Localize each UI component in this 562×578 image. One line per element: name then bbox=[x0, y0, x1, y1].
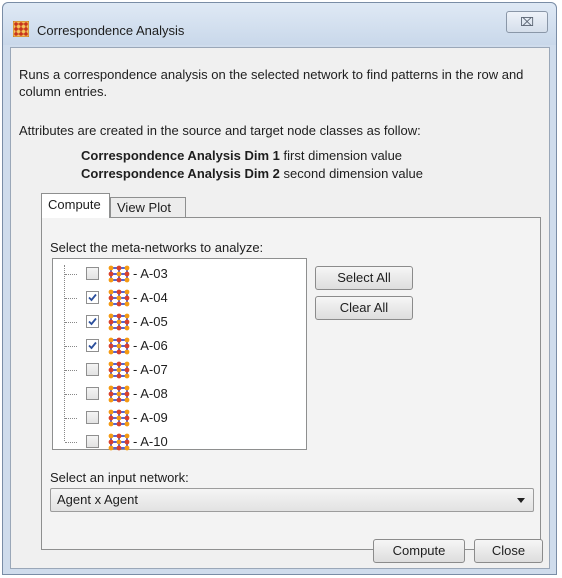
meta-network-icon bbox=[108, 337, 130, 355]
window-title: Correspondence Analysis bbox=[37, 23, 185, 38]
select-all-button[interactable]: Select All bbox=[315, 266, 413, 290]
network-checkbox[interactable] bbox=[86, 363, 99, 376]
attribute-line-dim1: Correspondence Analysis Dim 1 first dime… bbox=[81, 148, 402, 163]
tree-connector bbox=[65, 346, 77, 347]
tree-connector bbox=[65, 418, 77, 419]
clear-all-button[interactable]: Clear All bbox=[315, 296, 413, 320]
meta-network-icon bbox=[108, 409, 130, 427]
list-item[interactable]: - A-10 bbox=[53, 431, 303, 455]
list-item[interactable]: - A-03 bbox=[53, 263, 303, 287]
list-item[interactable]: - A-05 bbox=[53, 311, 303, 335]
checkmark-icon bbox=[88, 317, 97, 326]
network-checkbox[interactable] bbox=[86, 315, 99, 328]
network-checkbox[interactable] bbox=[86, 435, 99, 448]
input-network-value: Agent x Agent bbox=[57, 492, 138, 507]
tab-view-plot[interactable]: View Plot bbox=[110, 197, 186, 218]
compute-button[interactable]: Compute bbox=[373, 539, 465, 563]
meta-network-icon bbox=[108, 385, 130, 403]
title-bar[interactable]: Correspondence Analysis ⌧ bbox=[3, 3, 556, 45]
network-checkbox[interactable] bbox=[86, 411, 99, 424]
list-item[interactable]: - A-09 bbox=[53, 407, 303, 431]
network-label: - A-08 bbox=[133, 386, 168, 401]
meta-network-icon bbox=[108, 361, 130, 379]
tab-compute[interactable]: Compute bbox=[41, 193, 110, 218]
tree-connector bbox=[65, 442, 77, 443]
description-text: Runs a correspondence analysis on the se… bbox=[19, 67, 524, 99]
meta-networks-label: Select the meta-networks to analyze: bbox=[50, 240, 264, 255]
close-icon: ⌧ bbox=[520, 15, 534, 29]
network-label: - A-03 bbox=[133, 266, 168, 281]
input-network-select[interactable]: Agent x Agent bbox=[50, 488, 534, 512]
network-checkbox[interactable] bbox=[86, 387, 99, 400]
meta-network-icon bbox=[108, 289, 130, 307]
attribute-name: Correspondence Analysis Dim 2 bbox=[81, 166, 280, 181]
close-window-button[interactable]: ⌧ bbox=[506, 11, 548, 33]
dialog-body: Runs a correspondence analysis on the se… bbox=[10, 47, 550, 569]
list-item[interactable]: - A-07 bbox=[53, 359, 303, 383]
meta-network-icon bbox=[108, 313, 130, 331]
network-checkbox[interactable] bbox=[86, 267, 99, 280]
attributes-intro: Attributes are created in the source and… bbox=[19, 123, 421, 138]
network-label: - A-06 bbox=[133, 338, 168, 353]
meta-network-icon bbox=[108, 433, 130, 451]
list-item[interactable]: - A-04 bbox=[53, 287, 303, 311]
network-label: - A-07 bbox=[133, 362, 168, 377]
dialog-window: Correspondence Analysis ⌧ Runs a corresp… bbox=[2, 2, 557, 575]
network-label: - A-09 bbox=[133, 410, 168, 425]
list-item[interactable]: - A-06 bbox=[53, 335, 303, 359]
input-network-label: Select an input network: bbox=[50, 470, 189, 485]
network-label: - A-05 bbox=[133, 314, 168, 329]
attribute-desc: first dimension value bbox=[279, 148, 403, 163]
network-checkbox[interactable] bbox=[86, 339, 99, 352]
meta-network-icon bbox=[108, 265, 130, 283]
attribute-line-dim2: Correspondence Analysis Dim 2 second dim… bbox=[81, 166, 423, 181]
attribute-desc: second dimension value bbox=[279, 166, 424, 181]
checkmark-icon bbox=[88, 341, 97, 350]
tree-connector bbox=[65, 394, 77, 395]
tree-connector bbox=[65, 274, 77, 275]
tree-connector bbox=[65, 298, 77, 299]
tree-connector bbox=[65, 322, 77, 323]
tree-connector bbox=[65, 370, 77, 371]
network-checkbox[interactable] bbox=[86, 291, 99, 304]
network-label: - A-04 bbox=[133, 290, 168, 305]
close-button[interactable]: Close bbox=[474, 539, 543, 563]
list-item[interactable]: - A-08 bbox=[53, 383, 303, 407]
meta-network-tree[interactable]: - A-03 - A-04 - A-05 - A-06 - A-07 - A-08 - A-… bbox=[52, 258, 307, 451]
network-label: - A-10 bbox=[133, 434, 168, 449]
dropdown-arrow-icon bbox=[517, 498, 525, 503]
compute-panel: Select the meta-networks to analyze: - A… bbox=[41, 217, 541, 550]
attribute-name: Correspondence Analysis Dim 1 bbox=[81, 148, 280, 163]
checkmark-icon bbox=[88, 293, 97, 302]
network-grid-icon bbox=[13, 21, 29, 37]
